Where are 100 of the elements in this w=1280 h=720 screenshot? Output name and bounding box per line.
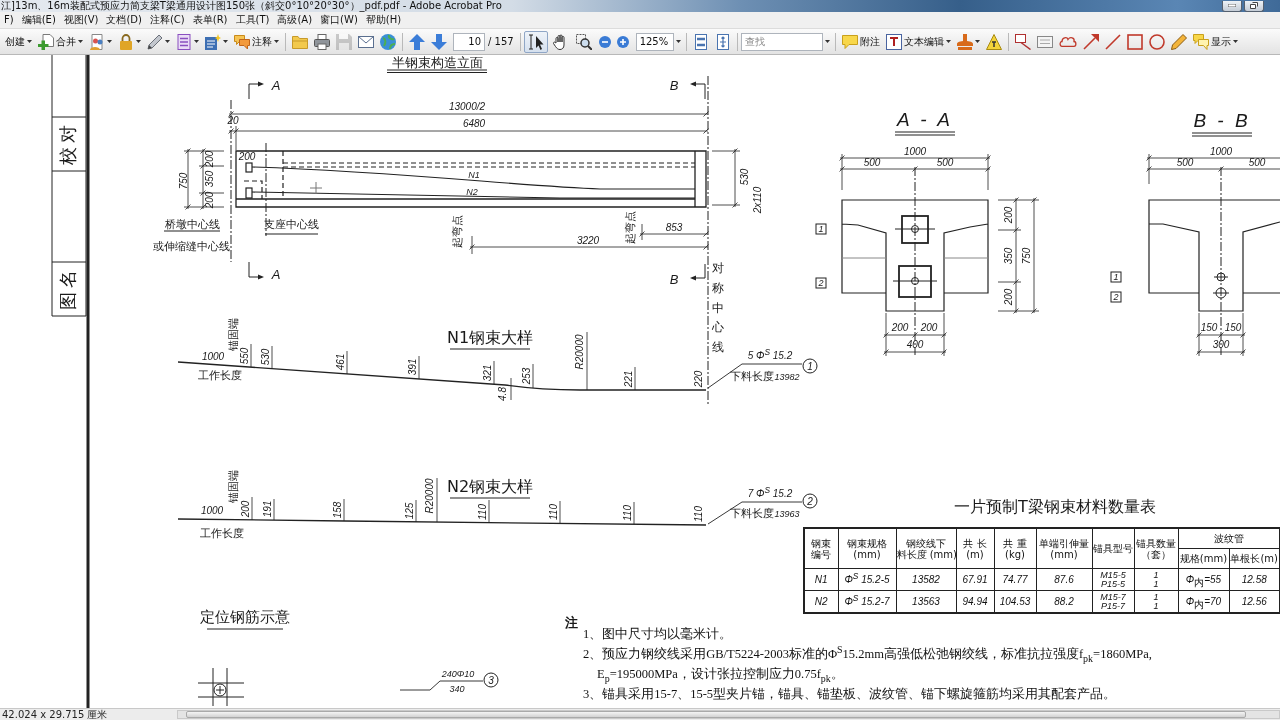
globe-icon[interactable] bbox=[380, 33, 396, 50]
cloud-icon[interactable] bbox=[1058, 36, 1077, 47]
arrow-up-icon[interactable] bbox=[409, 33, 425, 50]
scroll-thumb[interactable] bbox=[186, 711, 1247, 718]
cut-length-value: 13963 bbox=[774, 509, 800, 519]
caret-icon[interactable] bbox=[274, 40, 279, 43]
page-number-field[interactable]: 10 bbox=[453, 32, 485, 51]
dimension-label: 150 bbox=[1200, 323, 1218, 333]
cut-length-label: 下料长度 bbox=[730, 507, 774, 519]
create-button[interactable]: 创建 bbox=[2, 30, 35, 53]
note-button[interactable]: 附注 bbox=[838, 30, 883, 53]
menu-item[interactable]: 视图(V) bbox=[59, 13, 103, 27]
zoom-field[interactable]: 125% bbox=[635, 32, 674, 51]
table-cell: 87.6 bbox=[1036, 568, 1092, 591]
ordinate-line bbox=[634, 366, 636, 391]
line-icon[interactable] bbox=[1104, 33, 1121, 50]
annotation-label: 或伸缩缝中心线 bbox=[152, 240, 230, 252]
zoom-out-icon[interactable] bbox=[598, 35, 611, 48]
caret-icon[interactable] bbox=[223, 40, 228, 43]
title-block-label: 校对 bbox=[59, 121, 77, 165]
dimension-label: 200 bbox=[205, 150, 215, 168]
dimension-label: 1000 bbox=[903, 147, 927, 157]
arrow-down-icon[interactable] bbox=[431, 33, 447, 50]
document-plus-icon[interactable] bbox=[38, 33, 54, 50]
pen-icon[interactable] bbox=[147, 33, 163, 50]
caret-icon[interactable] bbox=[675, 40, 681, 43]
dimension-label: 125 bbox=[405, 502, 415, 520]
caret-icon[interactable] bbox=[165, 40, 170, 43]
document-sparkle-icon[interactable] bbox=[205, 33, 221, 50]
caret-icon[interactable] bbox=[1232, 40, 1238, 43]
caret-icon[interactable] bbox=[27, 40, 32, 43]
oval-icon[interactable] bbox=[1148, 33, 1165, 50]
pencil-icon[interactable] bbox=[1170, 33, 1187, 50]
menu-item[interactable]: 帮助(H) bbox=[361, 13, 406, 27]
document-users-icon[interactable] bbox=[89, 33, 105, 50]
menu-item[interactable]: 编辑(E) bbox=[17, 13, 60, 27]
anchor-plate bbox=[901, 215, 929, 244]
section-cut-marker bbox=[690, 263, 706, 281]
comment-button[interactable]: 注释 bbox=[231, 30, 282, 53]
caret-icon[interactable] bbox=[194, 40, 199, 43]
text-edit-button[interactable]: 文本编辑 bbox=[882, 30, 954, 53]
dimension-label: 20 bbox=[227, 116, 239, 126]
speech-bubbles-icon[interactable] bbox=[234, 33, 250, 50]
caret-icon[interactable] bbox=[107, 40, 112, 43]
arrow-icon[interactable] bbox=[1082, 33, 1099, 50]
show-button[interactable]: 显示 bbox=[1189, 30, 1241, 53]
caret-icon[interactable] bbox=[974, 40, 980, 43]
text-marker-icon[interactable] bbox=[985, 33, 1002, 50]
section-title: B - B bbox=[1193, 110, 1251, 130]
find-field[interactable]: 查找 bbox=[740, 32, 823, 51]
lock-icon[interactable] bbox=[118, 33, 134, 50]
horizontal-scrollbar[interactable] bbox=[177, 710, 1280, 719]
rectangle-icon[interactable] bbox=[1126, 33, 1143, 50]
menu-item[interactable]: F) bbox=[0, 13, 18, 27]
section-label: A bbox=[271, 78, 281, 92]
caret-icon[interactable] bbox=[824, 40, 830, 43]
menu-item[interactable]: 高级(A) bbox=[273, 13, 317, 27]
caret-icon[interactable] bbox=[136, 40, 141, 43]
dimension-label: 350 bbox=[1004, 247, 1014, 265]
fit-width-icon[interactable] bbox=[692, 33, 709, 50]
rebar-length-label: 340 bbox=[449, 684, 465, 694]
text-box-icon[interactable] bbox=[1036, 35, 1053, 48]
rebar-spec-label: 240Φ10 bbox=[441, 669, 475, 679]
text-edit-icon[interactable] bbox=[885, 33, 902, 50]
callout-icon[interactable] bbox=[1014, 33, 1031, 50]
form-icon[interactable] bbox=[176, 33, 192, 50]
fit-page-icon[interactable] bbox=[714, 33, 731, 50]
dimension-label: 200 bbox=[1004, 288, 1014, 306]
annotation-label: 起弯点 bbox=[624, 210, 636, 244]
dimension-label: 200 bbox=[238, 151, 256, 162]
dimension-label: 550 bbox=[240, 347, 250, 365]
dimension-label: 200 bbox=[241, 500, 251, 518]
menu-item[interactable]: 工具(T) bbox=[231, 13, 274, 27]
duct-hole bbox=[892, 277, 938, 285]
caret-icon[interactable] bbox=[78, 40, 83, 43]
minimize-button[interactable] bbox=[1222, 0, 1242, 12]
table-cell: 74.77 bbox=[994, 568, 1036, 591]
restore-button[interactable] bbox=[1244, 0, 1264, 12]
note-text: 3、锚具采用15-7、15-5型夹片锚，锚具、锚垫板、波纹管、锚下螺旋箍筋均采用其配套产品。 bbox=[583, 686, 1118, 703]
envelope-icon[interactable] bbox=[358, 33, 374, 50]
minimize-icon[interactable] bbox=[1228, 4, 1236, 7]
dimension-label: 110 bbox=[549, 504, 559, 520]
restore-icon[interactable] bbox=[1250, 2, 1258, 9]
column-header: 规格(mm) bbox=[1178, 548, 1229, 569]
menu-item[interactable]: 文档(D) bbox=[102, 13, 146, 27]
table-cell: M15-5 P15-5 bbox=[1092, 568, 1134, 591]
dimension-label: 253 bbox=[522, 367, 532, 385]
anchor-plate bbox=[898, 265, 932, 298]
drawing-title: 定位钢筋示意 bbox=[200, 609, 290, 625]
column-header: 锚具数量（套） bbox=[1134, 528, 1178, 569]
ordinate-line bbox=[586, 331, 588, 391]
menu-item[interactable]: 注释(C) bbox=[145, 13, 189, 27]
menu-item[interactable]: 表单(R) bbox=[188, 13, 232, 27]
menu-item[interactable]: 窗口(W) bbox=[316, 13, 362, 27]
dimension-label: 1000 bbox=[201, 352, 225, 362]
caret-icon[interactable] bbox=[945, 40, 951, 43]
printer-icon[interactable] bbox=[314, 33, 330, 50]
dimension-label: 158 bbox=[333, 501, 343, 519]
zoom-in-icon[interactable] bbox=[616, 35, 629, 48]
combine-button[interactable]: 合并 bbox=[35, 30, 86, 53]
